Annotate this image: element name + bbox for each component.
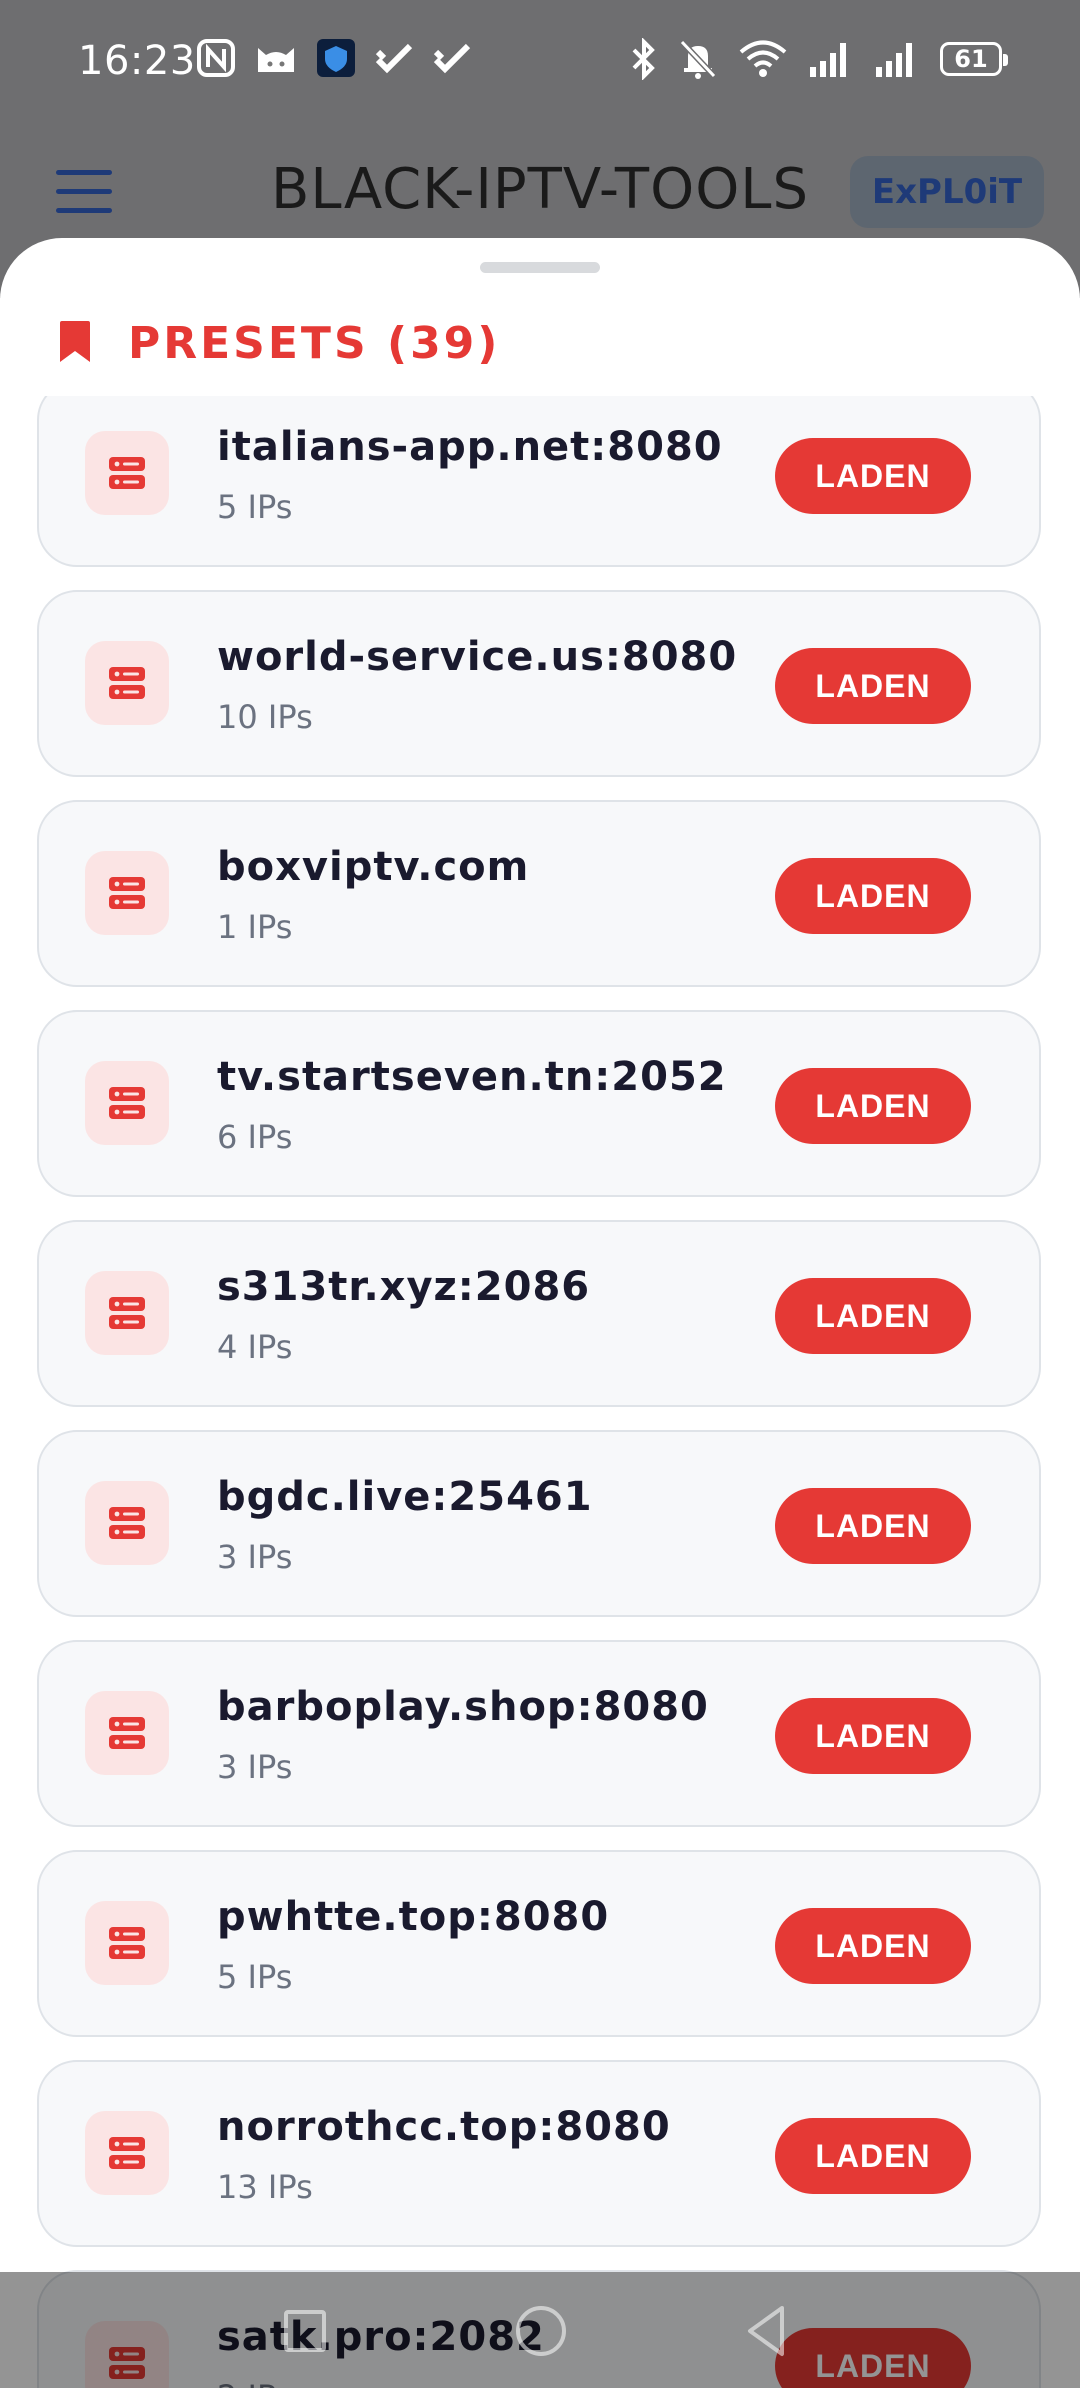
exploit-button[interactable]: ExPL0iT [850,156,1044,228]
preset-ip-count: 3 IPs [217,1538,293,1576]
wifi-icon [739,40,787,77]
shield-app-icon [317,39,355,77]
laden-button[interactable]: LADEN [775,438,971,514]
preset-host: norrothcc.top:8080 [217,2104,671,2150]
preset-host: barboplay.shop:8080 [217,1684,709,1730]
preset-card[interactable]: world-service.us:8080 10 IPs LADEN [37,590,1041,777]
server-icon [85,1481,169,1565]
sheet-header: PRESETS (39) [0,298,1080,396]
server-icon [85,1691,169,1775]
check-icon [433,43,471,74]
status-bar: 16:23 61 [0,0,1080,125]
server-icon [85,431,169,515]
home-icon[interactable] [516,2306,566,2356]
server-icon [85,1271,169,1355]
preset-host: italians-app.net:8080 [217,424,723,470]
server-icon [85,851,169,935]
navigation-bar [0,2272,1080,2388]
preset-card[interactable]: barboplay.shop:8080 3 IPs LADEN [37,1640,1041,1827]
preset-ip-count: 13 IPs [217,2168,313,2206]
signal-icon [876,43,912,77]
preset-host: bgdc.live:25461 [217,1474,593,1520]
server-icon [85,1901,169,1985]
bookmark-icon [60,321,90,362]
preset-card[interactable]: bgdc.live:25461 3 IPs LADEN [37,1430,1041,1617]
preset-card[interactable]: pwhtte.top:8080 5 IPs LADEN [37,1850,1041,2037]
preset-ip-count: 4 IPs [217,1328,293,1366]
bluetooth-icon [632,38,655,80]
laden-button[interactable]: LADEN [775,1278,971,1354]
bell-off-icon [679,39,717,79]
laden-button[interactable]: LADEN [775,1488,971,1564]
laden-button[interactable]: LADEN [775,1908,971,1984]
presets-title: PRESETS (39) [128,318,501,369]
check-icon [375,43,413,74]
back-icon[interactable] [744,2304,788,2358]
preset-ip-count: 10 IPs [217,698,313,736]
recent-apps-icon[interactable] [284,2310,326,2352]
server-icon [85,1061,169,1145]
server-icon [85,641,169,725]
system-icons: 61 [630,38,1008,80]
cat-app-icon [258,48,294,72]
preset-ip-count: 5 IPs [217,488,293,526]
nfc-icon [197,39,235,77]
preset-card[interactable]: norrothcc.top:8080 13 IPs LADEN [37,2060,1041,2247]
drag-handle[interactable] [480,262,600,273]
preset-host: world-service.us:8080 [217,634,738,680]
laden-button[interactable]: LADEN [775,1068,971,1144]
status-time: 16:23 [78,38,196,84]
presets-list[interactable]: italians-app.net:8080 5 IPs LADEN world-ser… [0,238,1080,2388]
preset-card[interactable]: s313tr.xyz:2086 4 IPs LADEN [37,1220,1041,1407]
preset-host: tv.startseven.tn:2052 [217,1054,727,1100]
server-icon [85,2111,169,2195]
laden-button[interactable]: LADEN [775,648,971,724]
laden-button[interactable]: LADEN [775,2118,971,2194]
battery-indicator: 61 [940,42,1008,76]
preset-ip-count: 6 IPs [217,1118,293,1156]
preset-ip-count: 5 IPs [217,1958,293,1996]
preset-card[interactable]: tv.startseven.tn:2052 6 IPs LADEN [37,1010,1041,1197]
laden-button[interactable]: LADEN [775,858,971,934]
preset-ip-count: 3 IPs [217,1748,293,1786]
preset-host: s313tr.xyz:2086 [217,1264,591,1310]
signal-icon [810,43,846,77]
notification-icons [196,38,472,78]
preset-ip-count: 1 IPs [217,908,293,946]
preset-host: pwhtte.top:8080 [217,1894,610,1940]
presets-bottom-sheet: PRESETS (39) italians-app.net:8080 5 IPs L… [0,238,1080,2388]
preset-host: boxviptv.com [217,844,530,890]
preset-card[interactable]: boxviptv.com 1 IPs LADEN [37,800,1041,987]
preset-card[interactable]: italians-app.net:8080 5 IPs LADEN [37,380,1041,567]
laden-button[interactable]: LADEN [775,1698,971,1774]
